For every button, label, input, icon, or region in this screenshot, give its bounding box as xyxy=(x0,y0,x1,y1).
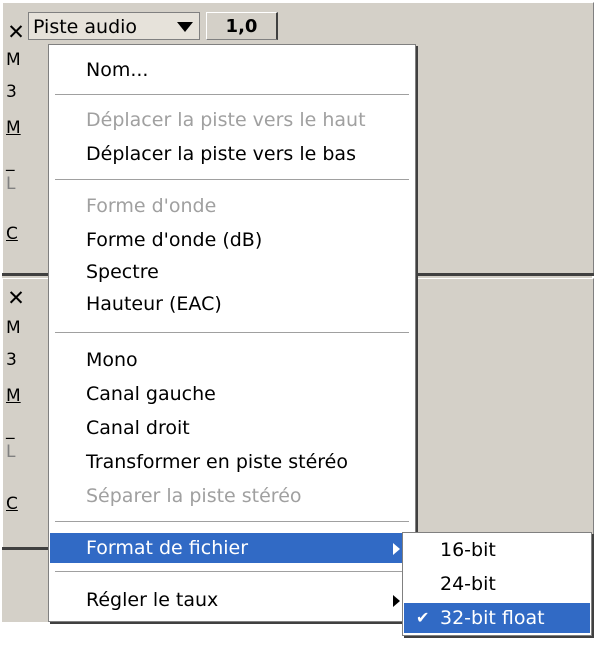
submenu-arrow-icon xyxy=(393,543,400,555)
dropdown-arrow-icon xyxy=(177,22,193,32)
menu-separator xyxy=(55,94,409,96)
menu-item-right-channel[interactable]: Canal droit xyxy=(50,413,414,443)
menu-item-move-down[interactable]: Déplacer la piste vers le bas xyxy=(50,139,414,169)
menu-separator xyxy=(55,521,409,523)
track1-frag-5[interactable]: C xyxy=(6,224,18,244)
submenu-item-24bit[interactable]: 24-bit xyxy=(404,569,590,599)
close-track-icon-2[interactable]: ✕ xyxy=(6,288,26,309)
track1-frag-3: _ xyxy=(6,152,15,172)
submenu-item-32bit-label: 32-bit float xyxy=(440,607,545,629)
track2-frag-3: _ xyxy=(6,420,15,440)
menu-item-waveform[interactable]: Forme d'onde xyxy=(50,191,414,221)
submenu-item-32bit-float[interactable]: ✔ 32-bit float xyxy=(404,603,590,633)
menu-item-nom[interactable]: Nom... xyxy=(50,55,414,85)
menu-separator xyxy=(55,571,409,573)
menu-item-move-up[interactable]: Déplacer la piste vers le haut xyxy=(50,105,414,135)
file-format-label: Format de fichier xyxy=(86,537,249,559)
check-icon: ✔ xyxy=(416,608,430,627)
track2-frag-0: M xyxy=(6,318,21,338)
file-format-submenu: 16-bit 24-bit ✔ 32-bit float xyxy=(402,532,592,636)
close-track-icon[interactable]: ✕ xyxy=(6,22,26,43)
menu-separator xyxy=(55,332,409,334)
menu-item-make-stereo[interactable]: Transformer en piste stéréo xyxy=(50,447,414,477)
track2-frag-1: 3 xyxy=(6,350,17,370)
track1-frag-2[interactable]: M xyxy=(6,118,21,138)
menu-item-pitch[interactable]: Hauteur (EAC) xyxy=(50,289,414,319)
track-name-dropdown[interactable]: Piste audio xyxy=(28,12,200,40)
menu-item-left-channel[interactable]: Canal gauche xyxy=(50,379,414,409)
track2-frag-4: L xyxy=(6,442,16,462)
track2-frag-2[interactable]: M xyxy=(6,386,21,406)
submenu-arrow-icon xyxy=(393,595,400,607)
track-name-label: Piste audio xyxy=(33,16,138,38)
menu-item-split-stereo[interactable]: Séparer la piste stéréo xyxy=(50,481,414,511)
menu-item-spectrum[interactable]: Spectre xyxy=(50,257,414,287)
track2-frag-5[interactable]: C xyxy=(6,494,18,514)
menu-item-file-format[interactable]: Format de fichier xyxy=(50,533,414,563)
track1-frag-0: M xyxy=(6,50,21,70)
menu-item-mono[interactable]: Mono xyxy=(50,345,414,375)
track1-frag-1: 3 xyxy=(6,82,17,102)
track-context-menu: Nom... Déplacer la piste vers le haut Dé… xyxy=(48,44,416,622)
set-rate-label: Régler le taux xyxy=(86,589,219,611)
submenu-item-16bit[interactable]: 16-bit xyxy=(404,535,590,565)
menu-item-set-rate[interactable]: Régler le taux xyxy=(50,585,414,615)
gain-value: 1,0 xyxy=(206,12,278,40)
track1-frag-4: L xyxy=(6,174,16,194)
menu-separator xyxy=(55,179,409,181)
menu-item-waveform-db[interactable]: Forme d'onde (dB) xyxy=(50,225,414,255)
